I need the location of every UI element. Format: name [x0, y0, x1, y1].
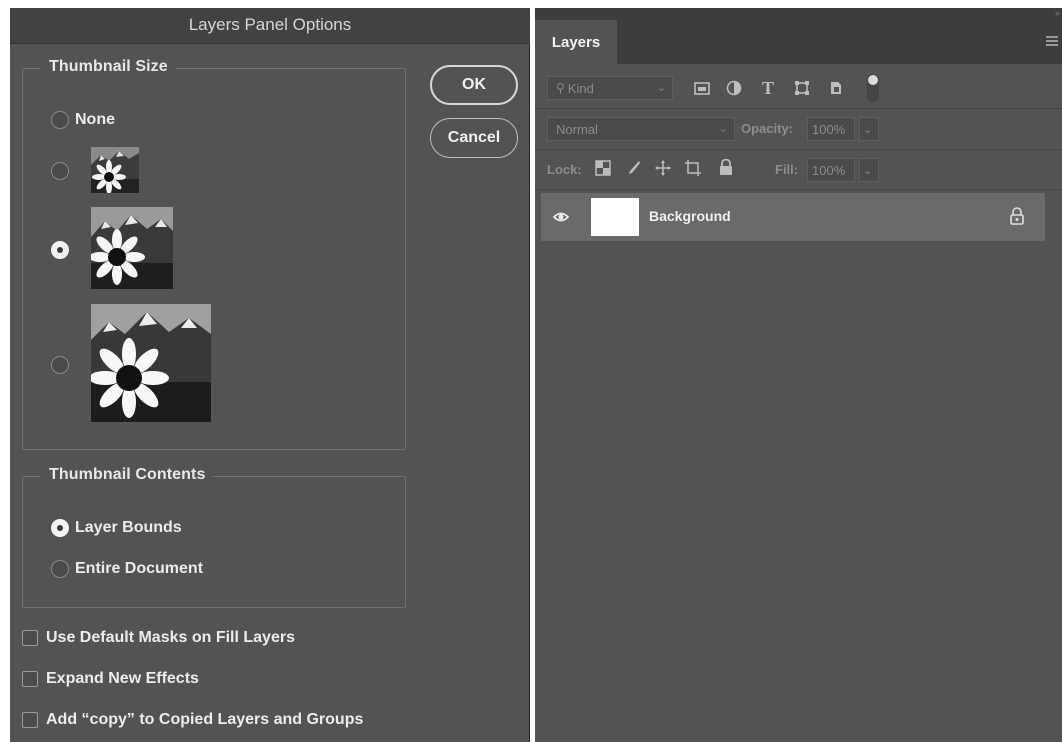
- sunflower-image-icon: [91, 207, 173, 289]
- thumbnail-large-radio[interactable]: [51, 356, 69, 374]
- search-icon: ⚲: [556, 81, 565, 95]
- lock-transparent-pixels-icon[interactable]: [595, 160, 611, 176]
- chevron-down-icon: ⌄: [863, 123, 873, 136]
- thumbnail-medium-preview[interactable]: [91, 207, 173, 289]
- layer-name[interactable]: Background: [649, 208, 731, 224]
- filter-shape-layers-icon[interactable]: [793, 79, 811, 97]
- layer-thumbnail[interactable]: [591, 198, 639, 236]
- thumbnail-size-group: Thumbnail Size None: [22, 58, 406, 450]
- layer-row-background[interactable]: Background: [541, 193, 1045, 241]
- chevron-down-icon: ⌄: [656, 82, 666, 94]
- eye-icon[interactable]: [552, 209, 570, 225]
- lock-image-pixels-icon[interactable]: [625, 160, 641, 176]
- blend-mode-select[interactable]: Normal ⌄: [547, 117, 735, 141]
- layer-bounds-radio[interactable]: [51, 519, 69, 537]
- entire-document-radio[interactable]: [51, 560, 69, 578]
- sunflower-image-icon: [91, 147, 139, 193]
- chevron-down-icon: ⌄: [863, 164, 873, 177]
- tab-layers[interactable]: Layers: [535, 20, 617, 64]
- thumbnail-small-radio[interactable]: [51, 162, 69, 180]
- default-masks-checkbox[interactable]: [22, 630, 38, 646]
- chevron-down-icon: ⌄: [718, 123, 728, 135]
- opacity-field[interactable]: 100%: [807, 117, 855, 141]
- separator: [535, 189, 1062, 190]
- lock-position-icon[interactable]: [655, 160, 671, 176]
- filter-adjustment-layers-icon[interactable]: [725, 79, 743, 97]
- layer-bounds-label[interactable]: Layer Bounds: [75, 519, 182, 537]
- ok-button[interactable]: OK: [430, 65, 518, 105]
- layers-panel-options-dialog: Layers Panel Options Thumbnail Size None: [10, 8, 530, 742]
- opacity-value: 100%: [812, 121, 846, 137]
- lock-artboard-icon[interactable]: [685, 160, 703, 176]
- add-copy-checkbox[interactable]: [22, 712, 38, 728]
- thumbnail-small-preview[interactable]: [91, 147, 139, 193]
- filter-kind-label: Kind: [567, 80, 594, 96]
- filter-kind-select[interactable]: ⚲ Kind ⌄: [547, 76, 673, 100]
- thumbnail-contents-group: Thumbnail Contents Layer Bounds Entire D…: [22, 466, 406, 608]
- filter-pixel-layers-icon[interactable]: [693, 79, 711, 97]
- thumbnail-none-label[interactable]: None: [75, 111, 115, 129]
- separator: [535, 149, 1062, 150]
- lock-icon[interactable]: [1009, 207, 1025, 225]
- sunflower-image-icon: [91, 304, 211, 422]
- lock-all-icon[interactable]: [719, 158, 733, 176]
- fill-label: Fill:: [775, 162, 799, 177]
- separator: [535, 108, 1062, 109]
- thumbnail-size-legend: Thumbnail Size: [41, 58, 176, 76]
- filter-smart-objects-icon[interactable]: [827, 79, 845, 97]
- expand-effects-checkbox[interactable]: [22, 671, 38, 687]
- panel-tab-bar: Layers »: [535, 8, 1062, 64]
- entire-document-label[interactable]: Entire Document: [75, 560, 203, 578]
- opacity-label: Opacity:: [741, 121, 794, 136]
- dialog-title: Layers Panel Options: [10, 8, 530, 44]
- fill-dropdown[interactable]: ⌄: [859, 158, 879, 182]
- filter-type-layers-icon[interactable]: T: [759, 79, 777, 97]
- default-masks-label[interactable]: Use Default Masks on Fill Layers: [46, 629, 295, 647]
- expand-effects-label[interactable]: Expand New Effects: [46, 670, 199, 688]
- panel-menu-icon[interactable]: [1046, 36, 1058, 46]
- add-copy-label[interactable]: Add “copy” to Copied Layers and Groups: [46, 711, 363, 729]
- blend-mode-value: Normal: [556, 121, 598, 137]
- layers-panel: Layers » ⚲ Kind ⌄ T Normal ⌄ Opacity: 10…: [535, 8, 1062, 742]
- filter-toggle-icon[interactable]: [867, 74, 879, 102]
- thumbnail-none-radio[interactable]: [51, 111, 69, 129]
- lock-label: Lock:: [547, 162, 582, 177]
- fill-field[interactable]: 100%: [807, 158, 855, 182]
- fill-value: 100%: [812, 162, 846, 178]
- thumbnail-medium-radio[interactable]: [51, 241, 69, 259]
- opacity-dropdown[interactable]: ⌄: [859, 117, 879, 141]
- cancel-button[interactable]: Cancel: [430, 118, 518, 158]
- thumbnail-large-preview[interactable]: [91, 304, 211, 422]
- collapse-icon[interactable]: »: [1055, 8, 1060, 18]
- thumbnail-contents-legend: Thumbnail Contents: [41, 466, 214, 484]
